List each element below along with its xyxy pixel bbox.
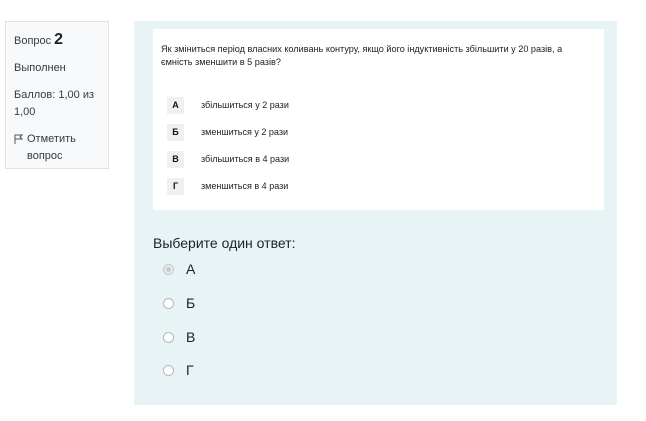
option-letter: В <box>167 150 184 168</box>
radio-icon[interactable] <box>163 263 174 275</box>
question-option: Б зменшиться у 2 рази <box>167 123 293 141</box>
option-text: зменшиться у 2 рази <box>201 126 289 138</box>
question-info-panel: Вопрос 2 Выполнен Баллов: 1,00 из 1,00 О… <box>5 21 109 169</box>
flag-question-label: Отметить вопрос <box>27 133 76 162</box>
option-text: збільшиться в 4 рази <box>201 153 290 165</box>
answer-label: Г <box>186 362 194 378</box>
question-option: В збільшиться в 4 рази <box>167 150 294 168</box>
quiz-page: Вопрос 2 Выполнен Баллов: 1,00 из 1,00 О… <box>0 0 646 421</box>
flag-icon <box>14 134 23 144</box>
answer-option-v[interactable]: В <box>163 328 195 346</box>
answer-label: А <box>186 261 196 277</box>
answer-label: В <box>186 329 196 345</box>
radio-icon[interactable] <box>163 364 174 376</box>
radio-icon[interactable] <box>163 297 174 309</box>
answer-option-g[interactable]: Г <box>163 361 194 379</box>
option-letter: Г <box>167 177 184 195</box>
question-image: Як зміниться період власних коливань кон… <box>153 29 604 210</box>
question-option: А збільшиться у 2 рази <box>167 96 294 114</box>
radio-icon[interactable] <box>163 331 174 343</box>
option-letter: А <box>167 96 184 114</box>
option-text: збільшиться у 2 рази <box>201 99 289 111</box>
question-formulation: Як зміниться період власних коливань кон… <box>134 21 617 405</box>
answer-label: Б <box>186 295 196 311</box>
answer-prompt: Выберите один ответ: <box>153 235 296 251</box>
answer-option-b[interactable]: Б <box>163 294 195 312</box>
question-text: Як зміниться період власних коливань кон… <box>161 44 563 68</box>
answer-option-a[interactable]: А <box>163 260 195 278</box>
option-text: зменшиться в 4 рази <box>201 180 289 192</box>
question-label: Вопрос <box>14 35 52 47</box>
question-number-value: 2 <box>54 31 64 48</box>
question-option: Г зменшиться в 4 рази <box>167 177 293 195</box>
option-letter: Б <box>167 123 184 141</box>
flag-question-link[interactable]: Отметить вопрос <box>14 131 108 165</box>
question-state: Выполнен <box>14 62 66 74</box>
question-grade: Баллов: 1,00 из 1,00 <box>14 89 95 118</box>
question-number: Вопрос 2 <box>14 31 108 50</box>
